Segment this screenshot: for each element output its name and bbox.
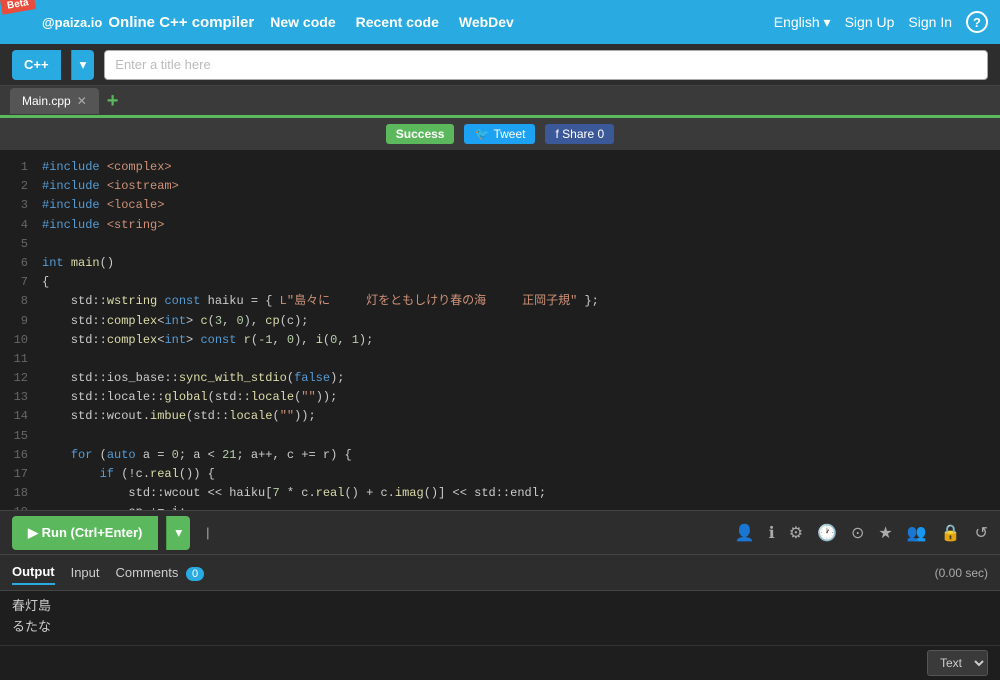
run-button[interactable]: ▶ Run (Ctrl+Enter) — [12, 516, 158, 550]
toolbar: C++ ▾ — [0, 44, 1000, 86]
tab-close-icon[interactable]: ✕ — [77, 94, 87, 108]
text-format-dropdown[interactable]: Text — [927, 650, 988, 676]
tweet-button[interactable]: 🐦 Tweet — [464, 124, 535, 144]
tabs-bar: Main.cpp ✕ + — [0, 86, 1000, 118]
refresh-icon[interactable]: ↺ — [975, 523, 988, 543]
tab-label: Main.cpp — [22, 94, 71, 108]
output-panel: Output Input Comments 0 (0.00 sec) 春灯島 る… — [0, 554, 1000, 680]
language-button[interactable]: C++ — [12, 50, 61, 80]
success-badge: Success — [386, 124, 455, 144]
bottom-icons: 👤 ℹ ⚙ 🕐 ⊙ ★ 👥 🔒 ↺ — [735, 523, 988, 543]
settings-icon[interactable]: ⚙ — [789, 523, 803, 543]
header: Beta @paiza.io Online C++ compiler New c… — [0, 0, 1000, 44]
header-right: English ▾ Sign Up Sign In ? — [774, 11, 988, 33]
star-icon[interactable]: ★ — [878, 523, 892, 543]
user-icon[interactable]: 👤 — [735, 523, 755, 543]
clock-icon[interactable]: 🕐 — [817, 523, 837, 543]
github-icon[interactable]: ⊙ — [851, 523, 864, 543]
nav-webdev[interactable]: WebDev — [459, 14, 514, 30]
code-editor[interactable]: 12345 678910 1112131415 1617181920 21222… — [0, 150, 1000, 510]
title-input[interactable] — [104, 50, 988, 80]
tab-input[interactable]: Input — [71, 561, 100, 584]
info-icon[interactable]: ℹ — [769, 523, 775, 543]
output-line-2: るたな — [12, 618, 988, 639]
header-nav: New code Recent code WebDev — [270, 14, 758, 30]
execution-time: (0.00 sec) — [935, 566, 988, 580]
output-content: 春灯島 るたな — [0, 591, 1000, 645]
output-footer: Text — [0, 645, 1000, 680]
facebook-share-button[interactable]: f Share 0 — [545, 124, 614, 144]
output-line-1: 春灯島 — [12, 597, 988, 618]
add-tab-button[interactable]: + — [107, 91, 119, 111]
beta-badge: Beta — [0, 0, 36, 15]
code-area[interactable]: #include <complex> #include <iostream> #… — [34, 150, 1000, 510]
bottom-toolbar: ▶ Run (Ctrl+Enter) ▾ | 👤 ℹ ⚙ 🕐 ⊙ ★ 👥 🔒 ↺ — [0, 510, 1000, 554]
line-numbers: 12345 678910 1112131415 1617181920 21222… — [0, 150, 34, 510]
main-tab[interactable]: Main.cpp ✕ — [10, 88, 99, 114]
output-tabs: Output Input Comments 0 (0.00 sec) — [0, 555, 1000, 591]
facebook-icon: f — [555, 127, 558, 141]
language-dropdown-button[interactable]: ▾ — [71, 50, 95, 80]
lock-icon[interactable]: 🔒 — [941, 523, 961, 543]
tab-comments[interactable]: Comments 0 — [116, 561, 205, 584]
logo-area: @paiza.io Online C++ compiler — [42, 14, 254, 31]
comments-count-badge: 0 — [186, 567, 204, 581]
nav-new-code[interactable]: New code — [270, 14, 335, 30]
signin-link[interactable]: Sign In — [908, 14, 952, 30]
twitter-icon: 🐦 — [474, 127, 489, 141]
logo-icon: @paiza.io — [42, 15, 102, 30]
nav-recent-code[interactable]: Recent code — [356, 14, 439, 30]
cursor-position: | — [206, 525, 209, 540]
signup-link[interactable]: Sign Up — [845, 14, 895, 30]
run-dropdown-button[interactable]: ▾ — [166, 516, 190, 550]
success-bar: Success 🐦 Tweet f Share 0 — [0, 118, 1000, 150]
tab-output[interactable]: Output — [12, 560, 55, 585]
help-icon[interactable]: ? — [966, 11, 988, 33]
language-selector[interactable]: English ▾ — [774, 14, 831, 31]
team-icon[interactable]: 👥 — [907, 523, 927, 543]
site-title: Online C++ compiler — [108, 14, 254, 31]
